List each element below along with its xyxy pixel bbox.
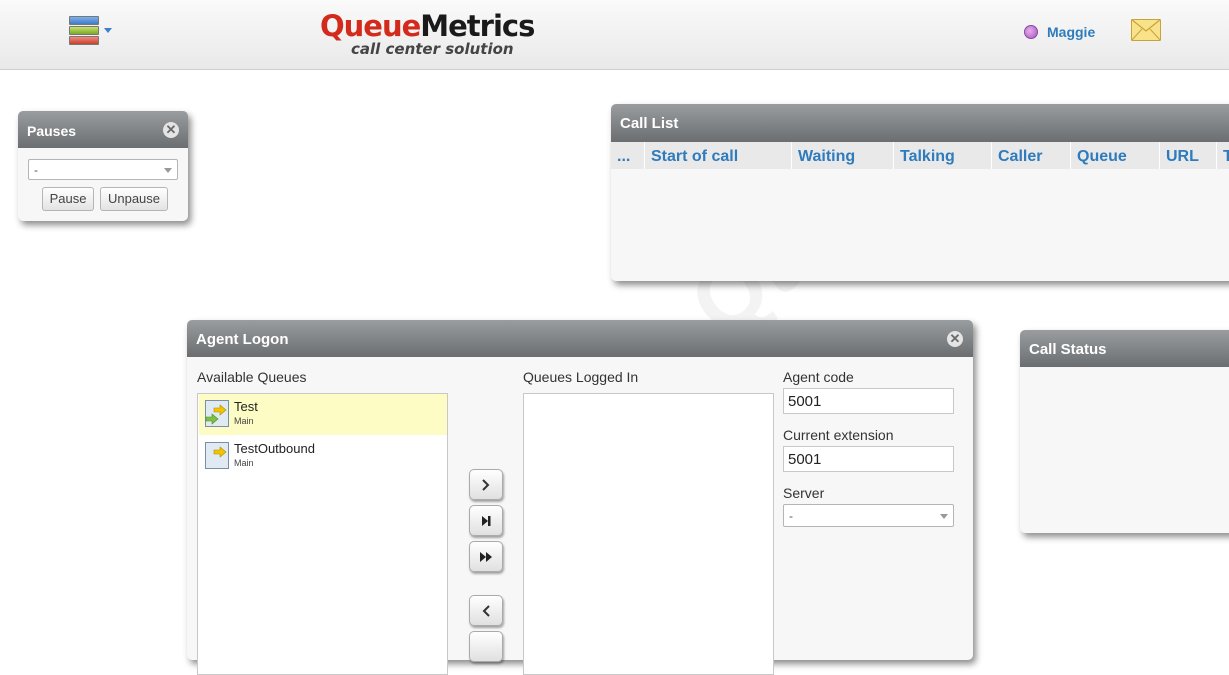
fast-forward-icon (480, 552, 492, 562)
column-header-truncated[interactable]: T (1217, 142, 1229, 169)
pause-code-select[interactable]: - (28, 159, 178, 180)
queuemetrics-logo: QueueMetrics call center solution (320, 10, 560, 60)
menu-stack-bar (69, 26, 99, 35)
column-header-queue[interactable]: Queue (1071, 142, 1160, 169)
agent-logon-panel-title: Agent Logon (196, 331, 289, 348)
server-label: Server (783, 485, 825, 501)
call-list-column-headers: ... Start of call Waiting Talking Caller… (611, 142, 1229, 169)
call-list-panel-title: Call List (620, 115, 679, 132)
pauses-panel-header[interactable]: Pauses ✕ (18, 111, 188, 148)
skip-next-icon (482, 516, 491, 526)
user-menu[interactable]: Maggie (1024, 22, 1095, 42)
queue-item-testoutbound[interactable]: TestOutbound Main (199, 436, 447, 477)
chevron-down-icon (164, 168, 172, 173)
close-icon[interactable]: ✕ (947, 331, 963, 347)
queue-item-test[interactable]: Test Main (199, 394, 447, 435)
queue-icon (205, 442, 229, 469)
main-menu-button[interactable] (67, 15, 115, 47)
add-queue-end-button[interactable] (469, 505, 503, 536)
logo-tagline: call center solution (351, 40, 514, 58)
top-header: QueueMetrics call center solution Maggie (0, 0, 1229, 70)
available-queues-list[interactable]: Test Main TestOutbound Main (197, 393, 448, 675)
remove-queue-start-button[interactable] (469, 631, 503, 662)
unpause-button[interactable]: Unpause (100, 187, 168, 211)
logo-text-dark: Metrics (420, 9, 535, 43)
current-extension-label: Current extension (783, 427, 894, 443)
column-header-start-of-call[interactable]: Start of call (645, 142, 792, 169)
logo-text-red: Queue (320, 9, 421, 43)
menu-stack-icon (69, 16, 99, 25)
column-header-more[interactable]: ... (611, 142, 645, 169)
chevron-down-icon (104, 28, 112, 33)
agent-logon-panel-header[interactable]: Agent Logon ✕ (187, 320, 973, 357)
agent-code-field[interactable]: 5001 (783, 388, 954, 414)
call-status-panel: Call Status (1020, 330, 1229, 533)
server-select[interactable]: - (783, 504, 954, 527)
queue-item-sub: Main (234, 458, 254, 468)
available-queues-label: Available Queues (197, 369, 307, 385)
call-status-panel-title: Call Status (1029, 341, 1107, 358)
queues-logged-in-list[interactable] (523, 393, 774, 675)
call-list-panel: Call List ... Start of call Waiting Talk… (611, 104, 1229, 281)
add-all-queues-button[interactable] (469, 541, 503, 572)
close-icon[interactable]: ✕ (163, 122, 179, 138)
column-header-url[interactable]: URL (1160, 142, 1217, 169)
column-header-talking[interactable]: Talking (894, 142, 992, 169)
add-queue-button[interactable] (469, 469, 503, 500)
queue-item-name: Test (234, 399, 258, 414)
pauses-panel-title: Pauses (27, 123, 77, 139)
queue-login-icon (205, 400, 229, 427)
queue-item-name: TestOutbound (234, 441, 315, 456)
call-status-panel-header[interactable]: Call Status (1020, 330, 1229, 367)
chevron-left-icon (482, 605, 490, 617)
pause-button[interactable]: Pause (42, 187, 94, 211)
current-extension-field[interactable]: 5001 (783, 446, 954, 472)
agent-code-label: Agent code (783, 369, 854, 385)
pauses-panel: Pauses ✕ - Pause Unpause (18, 111, 188, 221)
user-name: Maggie (1047, 24, 1096, 40)
server-select-value: - (789, 509, 793, 523)
queues-logged-in-label: Queues Logged In (523, 369, 639, 385)
mail-envelope-icon[interactable] (1131, 19, 1161, 41)
pause-code-select-value: - (34, 163, 38, 177)
chevron-right-icon (482, 479, 490, 491)
logo-wordmark: QueueMetrics (320, 10, 560, 42)
chevron-down-icon (940, 514, 948, 519)
column-header-caller[interactable]: Caller (992, 142, 1071, 169)
call-list-panel-header[interactable]: Call List (611, 104, 1229, 142)
column-header-waiting[interactable]: Waiting (792, 142, 894, 169)
agent-logon-panel: Agent Logon ✕ Available Queues Test Main… (187, 320, 973, 675)
user-status-dot-icon (1024, 25, 1038, 39)
queue-item-sub: Main (234, 416, 254, 426)
remove-queue-button[interactable] (469, 595, 503, 626)
menu-stack-bar (69, 36, 99, 45)
